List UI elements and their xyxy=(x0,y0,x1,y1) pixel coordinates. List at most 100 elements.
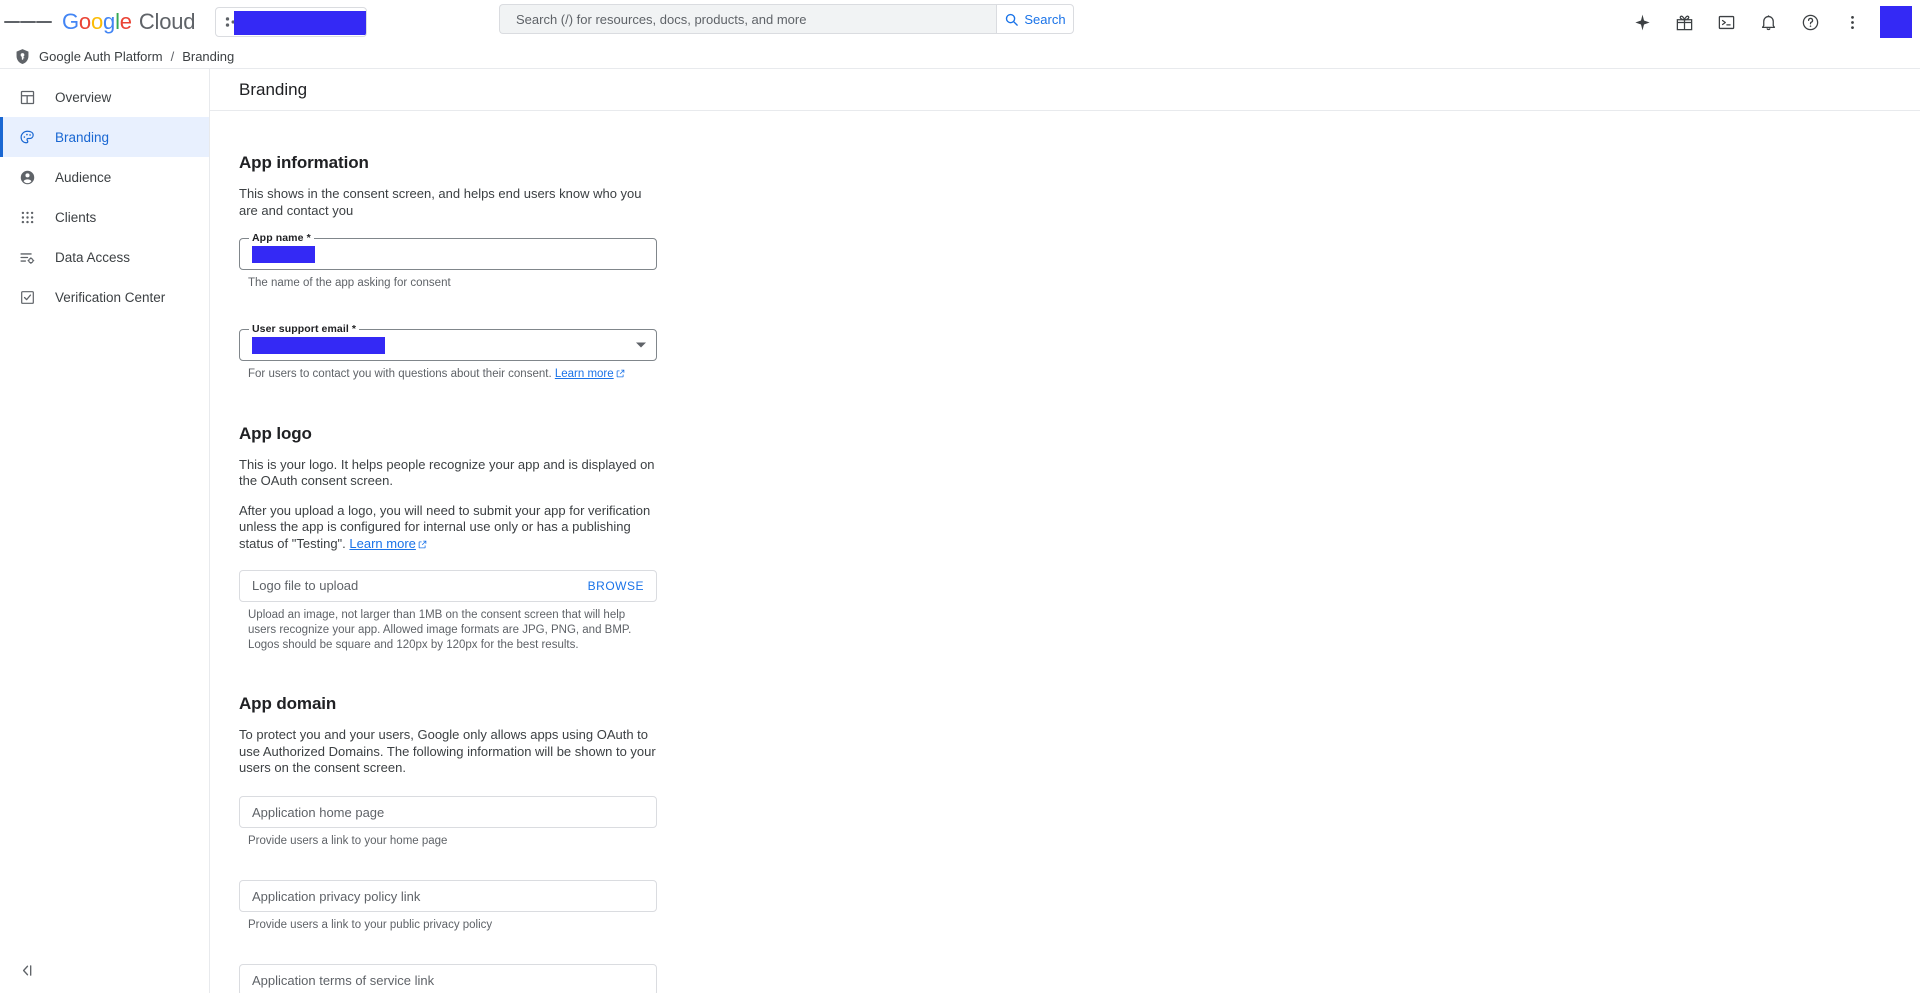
sidebar-item-data-access[interactable]: Data Access xyxy=(0,237,209,277)
application-privacy-policy-placeholder: Application privacy policy link xyxy=(252,888,421,904)
field-application-terms-of-service: Application terms of service link xyxy=(239,964,1920,993)
main-content: Branding App information This shows in t… xyxy=(210,69,1920,993)
application-terms-of-service-placeholder: Application terms of service link xyxy=(252,972,435,988)
account-circle-icon xyxy=(18,168,37,187)
logo-upload-helper: Upload an image, not larger than 1MB on … xyxy=(248,608,632,652)
terminal-glyph xyxy=(1718,15,1734,29)
breadcrumb: Google Auth Platform / Branding xyxy=(0,44,1920,69)
application-privacy-policy-input[interactable]: Application privacy policy link xyxy=(239,880,657,913)
app-name-helper: The name of the app asking for consent xyxy=(248,277,451,290)
project-selector[interactable] xyxy=(215,7,368,37)
sidebar-item-label: Verification Center xyxy=(55,289,166,305)
cloud-shell-terminal-icon[interactable] xyxy=(1706,2,1746,42)
app-name-label: App name * xyxy=(249,232,314,245)
palette-icon xyxy=(18,128,37,147)
cloud-wordmark: Cloud xyxy=(138,9,196,34)
page-header: Branding xyxy=(210,69,1920,111)
google-cloud-logo[interactable]: Google Cloud xyxy=(62,9,195,35)
sidebar-item-label: Audience xyxy=(55,169,112,185)
search-input[interactable] xyxy=(514,10,996,28)
section-description-app-information: This shows in the consent screen, and he… xyxy=(239,186,642,218)
external-link-icon xyxy=(418,540,427,549)
sidebar-item-label: Clients xyxy=(55,209,97,225)
logo-upload-placeholder: Logo file to upload xyxy=(252,578,359,594)
project-name-redacted xyxy=(234,11,367,35)
application-terms-of-service-input[interactable]: Application terms of service link xyxy=(239,964,657,993)
user-support-email-helper: For users to contact you with questions … xyxy=(239,367,651,382)
search-icon xyxy=(1006,13,1019,26)
account-avatar[interactable] xyxy=(1880,6,1912,38)
field-application-home-page: Application home page Provide users a li… xyxy=(239,796,1920,849)
sidebar-item-audience[interactable]: Audience xyxy=(0,157,209,197)
application-privacy-policy-helper: Provide users a link to your public priv… xyxy=(248,919,493,932)
search-button-label: Search xyxy=(1024,11,1066,27)
breadcrumb-separator: / xyxy=(170,48,175,64)
sidebar-item-overview[interactable]: Overview xyxy=(0,77,209,117)
three-dots-glyph xyxy=(1850,15,1854,29)
sidebar-item-label: Overview xyxy=(55,89,112,105)
search-button[interactable]: Search xyxy=(996,4,1074,34)
app-logo-description-line1: This is your logo. It helps people recog… xyxy=(239,456,655,489)
breadcrumb-current: Branding xyxy=(182,48,235,64)
application-home-page-helper: Provide users a link to your home page xyxy=(248,835,448,848)
browse-button[interactable]: BROWSE xyxy=(588,579,644,593)
section-title-app-information: App information xyxy=(239,153,369,172)
dashboard-icon xyxy=(18,88,37,107)
hamburger-bar xyxy=(36,21,52,23)
field-user-support-email: User support email * For users to contac… xyxy=(239,323,1920,382)
breadcrumb-product-link[interactable]: Google Auth Platform xyxy=(39,49,163,64)
user-support-email-select[interactable]: User support email * xyxy=(239,323,657,362)
application-home-page-placeholder: Application home page xyxy=(252,804,385,820)
hamburger-menu-icon[interactable] xyxy=(4,0,52,44)
section-app-logo: App logo This is your logo. It helps peo… xyxy=(239,424,1920,654)
user-support-email-helper-text: For users to contact you with questions … xyxy=(248,368,552,381)
chevron-down-icon[interactable] xyxy=(636,342,646,348)
collapse-panel-icon[interactable] xyxy=(14,957,40,983)
sidebar-item-clients[interactable]: Clients xyxy=(0,197,209,237)
app-name-input[interactable]: App name * xyxy=(239,232,657,271)
app-logo-learn-more-link[interactable]: Learn more xyxy=(349,536,415,551)
sidebar-item-branding[interactable]: Branding xyxy=(0,117,209,157)
data-access-settings-icon xyxy=(18,248,37,267)
top-bar-actions xyxy=(1622,0,1920,44)
left-navigation: Overview Branding Audience Clients Data … xyxy=(0,69,210,993)
app-name-value-redacted xyxy=(252,245,315,263)
sparkle-glyph xyxy=(1634,14,1650,30)
page-title: Branding xyxy=(239,79,308,99)
search-field-container[interactable] xyxy=(499,4,996,34)
sidebar-item-verification-center[interactable]: Verification Center xyxy=(0,277,209,317)
user-support-email-learn-more-link[interactable]: Learn more xyxy=(555,368,614,380)
collapse-glyph xyxy=(22,964,31,976)
gift-glyph xyxy=(1676,15,1692,30)
sidebar-item-label: Branding xyxy=(55,129,110,145)
logo-upload-input[interactable]: Logo file to upload BROWSE xyxy=(239,569,657,602)
hamburger-bar xyxy=(4,21,20,23)
help-question-icon[interactable] xyxy=(1790,2,1830,42)
notifications-bell-icon[interactable] xyxy=(1748,2,1788,42)
section-title-app-logo: App logo xyxy=(239,423,312,443)
section-title-app-domain: App domain xyxy=(239,694,337,714)
section-description-app-domain: To protect you and your users, Google on… xyxy=(239,727,656,776)
search-bar: Search xyxy=(499,4,1074,34)
section-app-domain: App domain To protect you and your users… xyxy=(239,694,1920,993)
field-app-name: App name * The name of the app asking fo… xyxy=(239,232,1920,291)
gift-icon[interactable] xyxy=(1664,2,1704,42)
app-logo-description-text: After you upload a logo, you will need t… xyxy=(239,502,651,552)
field-application-privacy-policy: Application privacy policy link Provide … xyxy=(239,880,1920,933)
application-home-page-input[interactable]: Application home page xyxy=(239,796,657,829)
hamburger-bar xyxy=(20,21,36,23)
top-app-bar: Google Cloud Search xyxy=(0,0,1920,44)
app-shell: Overview Branding Audience Clients Data … xyxy=(0,69,1920,993)
sidebar-item-label: Data Access xyxy=(55,249,131,265)
apps-grid-icon xyxy=(18,208,37,227)
external-link-icon xyxy=(616,370,624,378)
gemini-sparkle-icon[interactable] xyxy=(1622,2,1662,42)
more-vert-icon[interactable] xyxy=(1832,2,1872,42)
help-glyph xyxy=(1802,14,1818,30)
shield-key-icon xyxy=(16,48,29,64)
